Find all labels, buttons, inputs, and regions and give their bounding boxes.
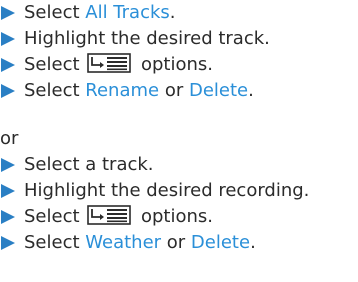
options-menu-icon bbox=[87, 205, 132, 225]
step-text: Select bbox=[24, 232, 86, 253]
step-arrow-icon bbox=[0, 26, 24, 52]
step-text: . bbox=[169, 2, 176, 23]
step-text: Select bbox=[24, 2, 86, 23]
step-text: . bbox=[250, 232, 256, 253]
step-text: or bbox=[161, 232, 191, 253]
options-menu-icon bbox=[87, 53, 132, 73]
step-weather-or-delete: Select Weather or Delete. bbox=[0, 230, 256, 256]
step-select-options: Select options. bbox=[0, 204, 213, 230]
step-text: options. bbox=[135, 206, 214, 227]
step-arrow-icon bbox=[0, 178, 24, 204]
or-separator: or bbox=[0, 128, 19, 149]
step-arrow-icon bbox=[0, 230, 24, 256]
delete-label: Delete bbox=[190, 232, 251, 253]
step-select-track: Select a track. bbox=[0, 152, 154, 178]
step-arrow-icon bbox=[0, 52, 24, 78]
weather-label: Weather bbox=[85, 232, 162, 253]
step-text: . bbox=[248, 80, 254, 101]
step-text: Highlight the desired recording. bbox=[24, 180, 310, 201]
step-text: Select bbox=[24, 206, 86, 227]
instruction-page: Select All Tracks. Highlight the desired… bbox=[0, 0, 358, 282]
step-text: or bbox=[159, 80, 189, 101]
rename-label: Rename bbox=[85, 80, 160, 101]
step-text: options. bbox=[135, 54, 214, 75]
step-text: Highlight the desired track. bbox=[24, 28, 270, 49]
step-text: Select bbox=[24, 80, 86, 101]
step-highlight-track: Highlight the desired track. bbox=[0, 26, 270, 52]
step-select-all-tracks: Select All Tracks. bbox=[0, 0, 176, 26]
step-arrow-icon bbox=[0, 204, 24, 230]
step-arrow-icon bbox=[0, 152, 24, 178]
step-text: Select bbox=[24, 54, 86, 75]
step-highlight-recording: Highlight the desired recording. bbox=[0, 178, 309, 204]
step-select-options: Select options. bbox=[0, 52, 213, 78]
delete-label: Delete bbox=[188, 80, 249, 101]
step-rename-or-delete: Select Rename or Delete. bbox=[0, 78, 254, 104]
step-arrow-icon bbox=[0, 78, 24, 104]
all-tracks-label: All Tracks bbox=[85, 2, 170, 23]
step-text: Select a track. bbox=[24, 154, 154, 175]
step-arrow-icon bbox=[0, 0, 24, 26]
